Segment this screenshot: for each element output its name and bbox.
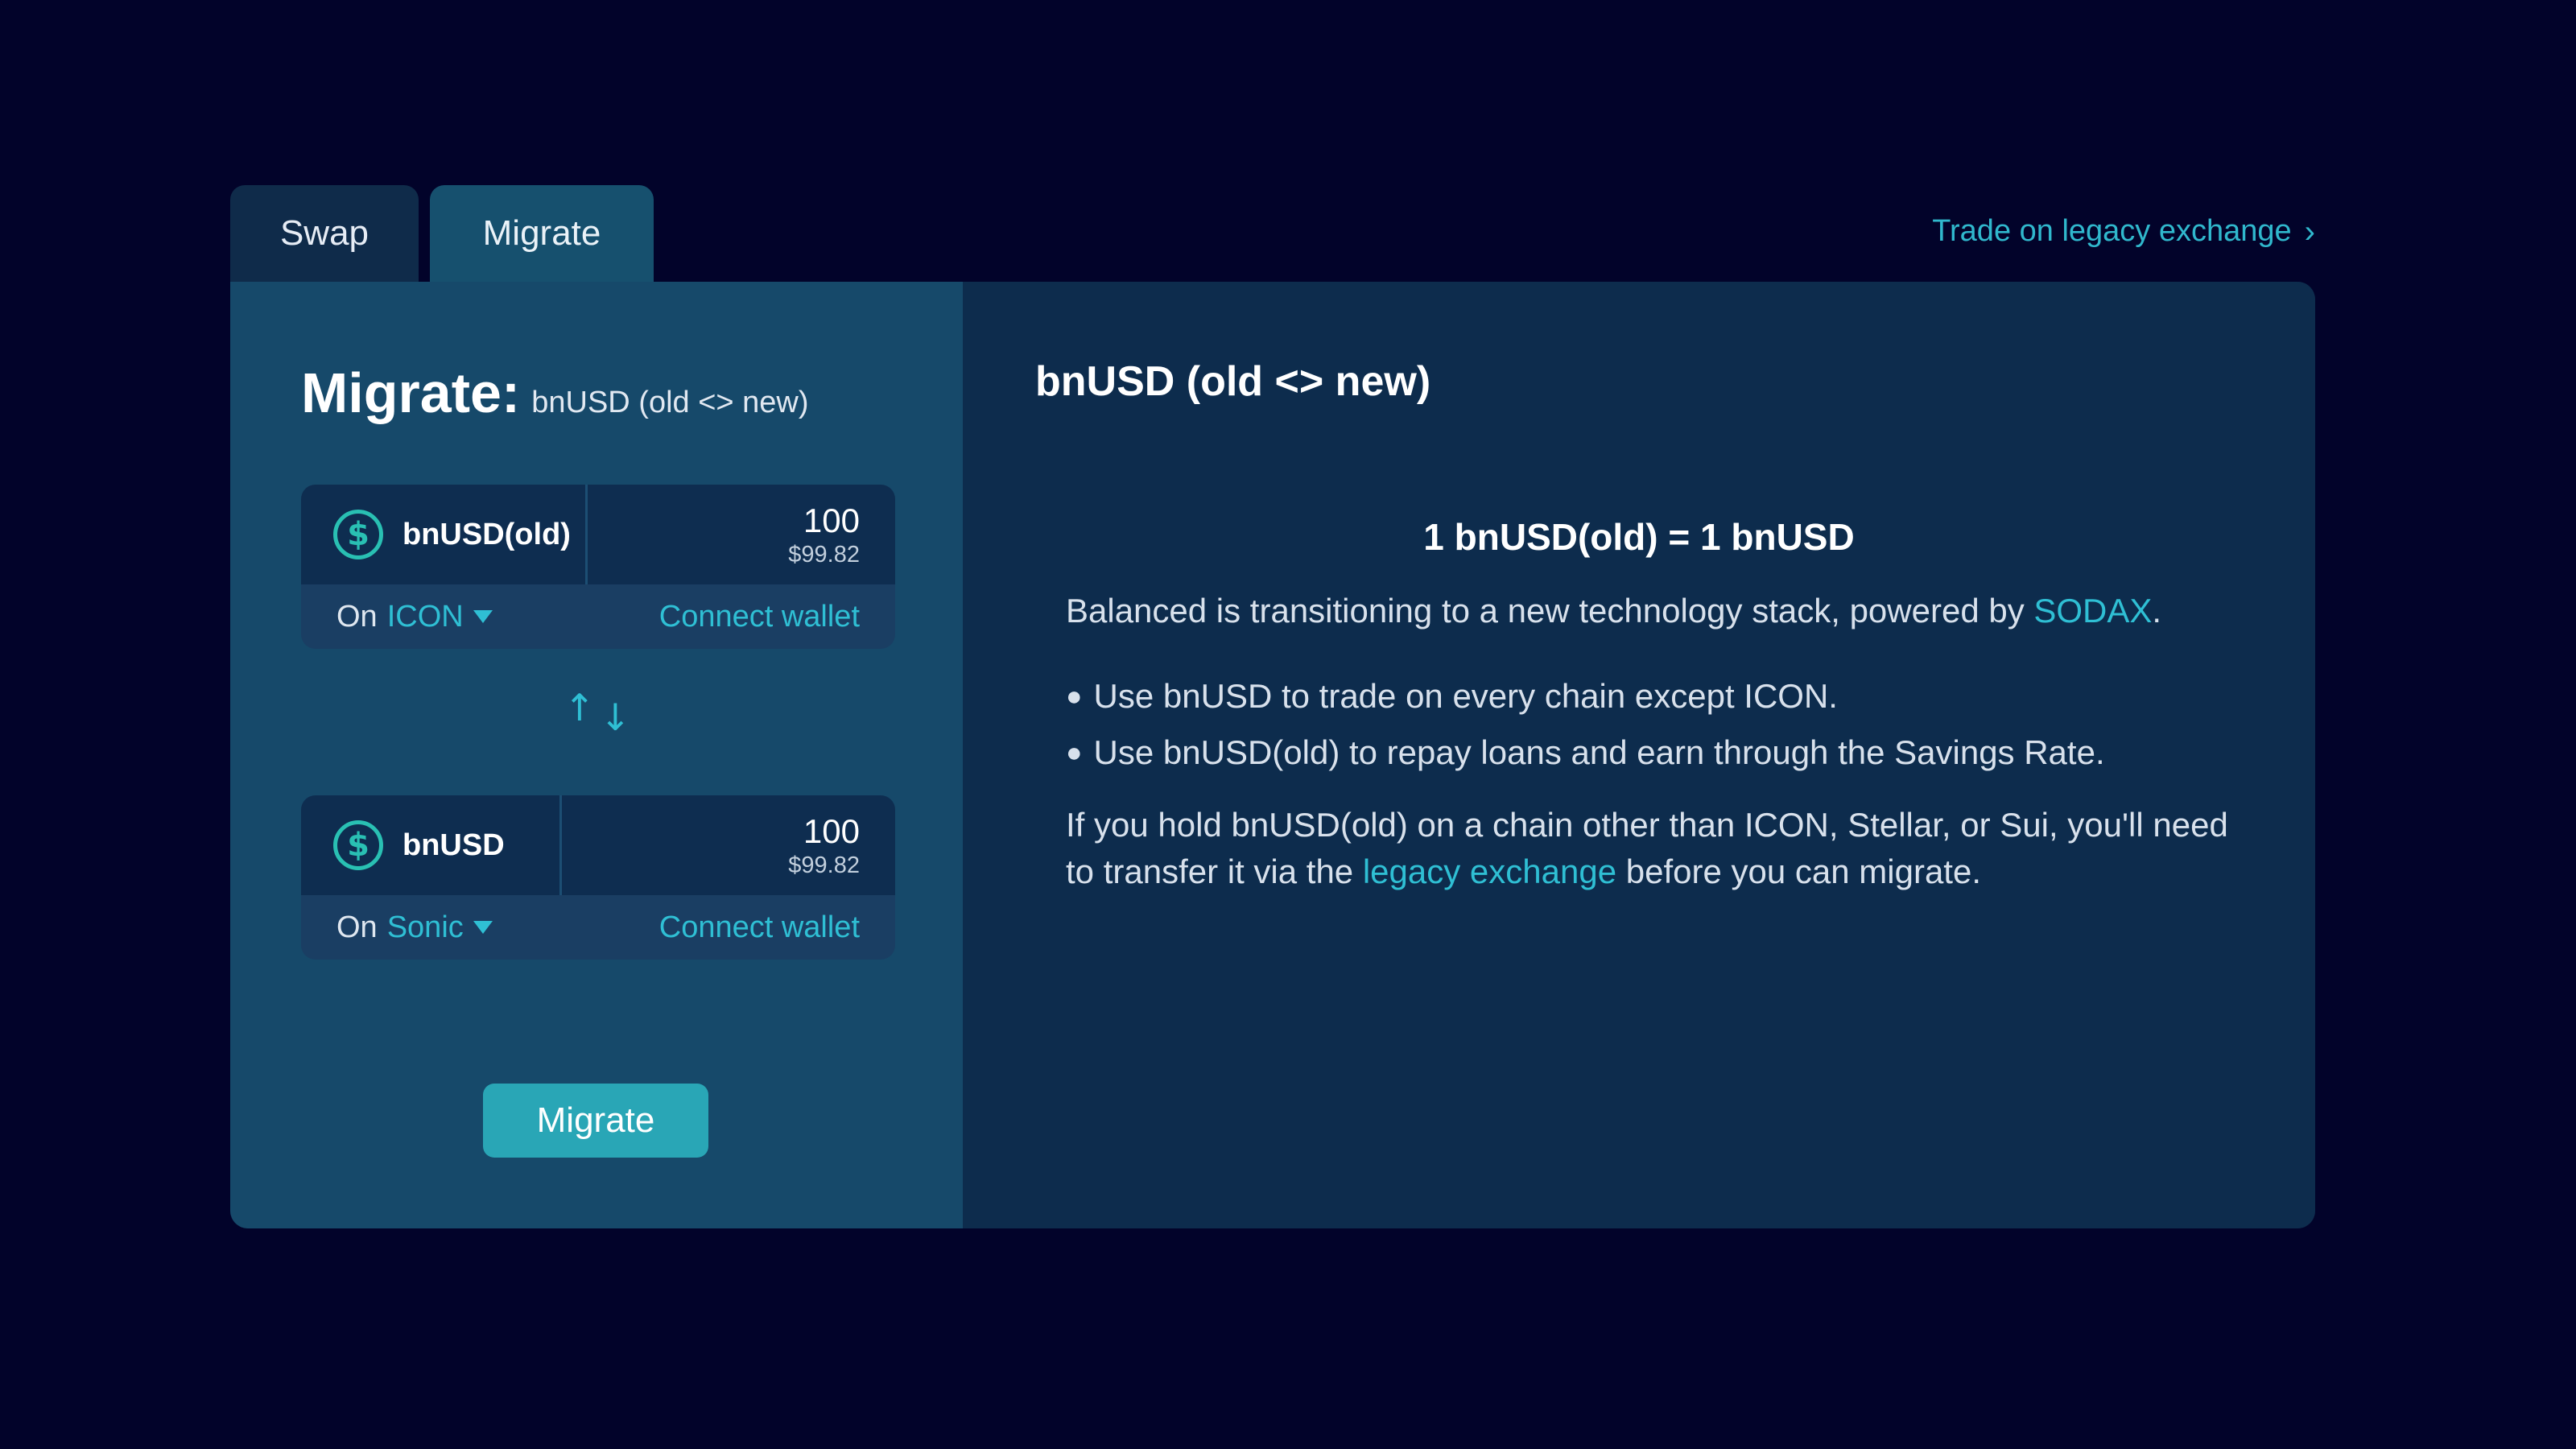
from-usd-value: $99.82 <box>788 541 860 568</box>
migrate-title: Migrate: <box>301 361 521 424</box>
bullet-text: Use bnUSD to trade on every chain except… <box>1093 677 1838 715</box>
arrow-up-icon: ↑ <box>564 686 595 729</box>
to-token-selector[interactable]: $ bnUSD <box>301 795 562 895</box>
tab-swap[interactable]: Swap <box>230 185 419 282</box>
from-amount[interactable]: 100 <box>803 502 860 540</box>
from-token-name: bnUSD(old) <box>402 517 571 551</box>
from-chain-name[interactable]: ICON <box>387 600 464 634</box>
dollar-coin-icon: $ <box>333 510 383 559</box>
bullet-icon: ● <box>1066 737 1083 768</box>
to-token-box: $ bnUSD 100 $99.82 On Sonic Connect wall… <box>301 795 895 960</box>
caret-down-icon[interactable] <box>473 610 493 623</box>
from-on-label: On <box>336 599 378 634</box>
bullet-icon: ● <box>1066 681 1083 712</box>
to-amount-field[interactable]: 100 $99.82 <box>562 795 895 895</box>
migrate-button[interactable]: Migrate <box>483 1084 708 1158</box>
transfer-note: If you hold bnUSD(old) on a chain other … <box>1066 802 2241 895</box>
to-on-label: On <box>336 910 378 944</box>
migration-info-panel: bnUSD (old <> new) 1 bnUSD(old) = 1 bnUS… <box>963 282 2315 1228</box>
sodax-link[interactable]: SODAX <box>2033 592 2152 630</box>
tab-migrate[interactable]: Migrate <box>430 185 654 282</box>
arrow-down-icon: ↓ <box>600 696 631 739</box>
info-body: Balanced is transitioning to a new techn… <box>1066 588 2241 895</box>
migrate-subtitle: bnUSD (old <> new) <box>531 386 809 419</box>
to-connect-wallet-link[interactable]: Connect wallet <box>659 910 860 945</box>
list-item: ● Use bnUSD to trade on every chain exce… <box>1066 673 2241 720</box>
exchange-rate: 1 bnUSD(old) = 1 bnUSD <box>1423 516 1855 558</box>
migrate-card: Migrate: bnUSD (old <> new) $ bnUSD(old)… <box>230 282 2315 1228</box>
to-token-row: $ bnUSD 100 $99.82 <box>301 795 895 895</box>
info-title: bnUSD (old <> new) <box>1035 358 1431 405</box>
to-usd-value: $99.82 <box>788 852 860 878</box>
caret-down-icon[interactable] <box>473 921 493 934</box>
from-token-selector[interactable]: $ bnUSD(old) <box>301 485 588 584</box>
from-chain-selector[interactable]: On ICON <box>336 600 493 634</box>
from-token-footer: On ICON Connect wallet <box>301 584 895 649</box>
swap-direction-button[interactable]: ↑ ↓ <box>564 684 631 741</box>
to-amount[interactable]: 100 <box>803 812 860 851</box>
to-token-name: bnUSD <box>402 828 505 862</box>
bullet-text: Use bnUSD(old) to repay loans and earn t… <box>1093 733 2105 771</box>
to-chain-selector[interactable]: On Sonic <box>336 910 493 945</box>
chevron-right-icon: › <box>2304 213 2315 250</box>
from-token-row: $ bnUSD(old) 100 $99.82 <box>301 485 895 584</box>
trade-legacy-exchange-link[interactable]: Trade on legacy exchange › <box>1932 214 2315 249</box>
to-chain-name[interactable]: Sonic <box>387 910 464 945</box>
intro-text: Balanced is transitioning to a new techn… <box>1066 592 2034 630</box>
legacy-exchange-link[interactable]: legacy exchange <box>1363 852 1616 890</box>
info-bullet-list: ● Use bnUSD to trade on every chain exce… <box>1066 673 2241 776</box>
migrate-form-panel: Migrate: bnUSD (old <> new) $ bnUSD(old)… <box>230 282 963 1228</box>
to-token-footer: On Sonic Connect wallet <box>301 895 895 960</box>
intro-paragraph: Balanced is transitioning to a new techn… <box>1066 588 2241 634</box>
legacy-link-label: Trade on legacy exchange <box>1932 214 2292 248</box>
migrate-heading: Migrate: bnUSD (old <> new) <box>301 361 809 425</box>
note-suffix: before you can migrate. <box>1616 852 1981 890</box>
list-item: ● Use bnUSD(old) to repay loans and earn… <box>1066 729 2241 776</box>
dollar-coin-icon: $ <box>333 820 383 870</box>
from-token-box: $ bnUSD(old) 100 $99.82 On ICON Connect … <box>301 485 895 649</box>
intro-suffix: . <box>2152 592 2162 630</box>
from-amount-field[interactable]: 100 $99.82 <box>588 485 895 584</box>
from-connect-wallet-link[interactable]: Connect wallet <box>659 600 860 634</box>
tab-bar: Swap Migrate <box>230 185 654 282</box>
